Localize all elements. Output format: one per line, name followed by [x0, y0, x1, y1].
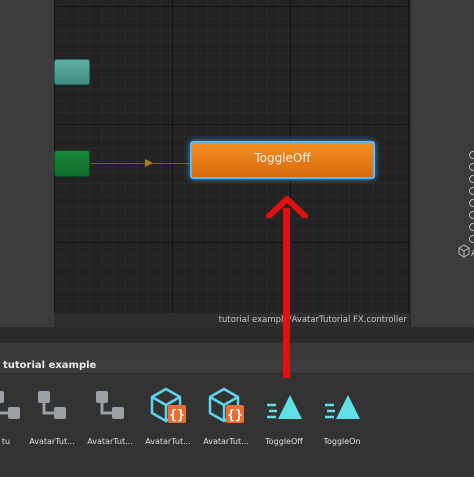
- project-toolbar: [0, 343, 474, 359]
- asset-item[interactable]: AvatarTut...: [82, 385, 138, 446]
- transition-arrow-icon: [145, 159, 153, 167]
- asset-label: AvatarTut...: [87, 437, 133, 446]
- right-panel: A: [410, 0, 474, 327]
- left-panel-strip: [0, 0, 54, 327]
- svg-text:{}: {}: [227, 408, 243, 423]
- transition-line[interactable]: [91, 163, 190, 164]
- asset-item[interactable]: AvatarTut...: [24, 385, 80, 446]
- right-panel-icons: A: [458, 151, 474, 259]
- breadcrumb: tutorial example: [0, 358, 474, 374]
- asset-label: ToggleOn: [323, 437, 361, 446]
- panel-splitter[interactable]: [0, 327, 474, 343]
- layer-icon: [469, 199, 474, 207]
- state-node-toggleoff[interactable]: ToggleOff: [190, 141, 375, 179]
- asset-label: AvatarTut...: [29, 437, 75, 446]
- annotation-arrow-icon: [266, 196, 308, 218]
- layer-icon: [469, 187, 474, 195]
- animation-clip-icon: [267, 395, 302, 419]
- state-node-teal[interactable]: [54, 59, 90, 85]
- layer-icon: [469, 211, 474, 219]
- svg-text:{}: {}: [169, 408, 185, 423]
- state-node-label: ToggleOff: [254, 151, 311, 165]
- layer-icon: [469, 223, 474, 231]
- layer-icon: [469, 235, 474, 243]
- asset-label: AvatarTut...: [203, 437, 249, 446]
- controller-path-bar: tutorial example/AvatarTutorial FX.contr…: [54, 313, 410, 327]
- scriptable-object-icon: {}: [150, 387, 186, 423]
- animator-controller-icon: [38, 391, 66, 419]
- breadcrumb-folder[interactable]: tutorial example: [3, 360, 96, 371]
- layer-icon: [469, 175, 474, 183]
- asset-item[interactable]: ToggleOff: [256, 385, 312, 446]
- asset-grid: tu AvatarTut... AvatarTut... {} AvatarTu…: [0, 375, 474, 477]
- annotation-arrow-shaft: [283, 208, 290, 378]
- asset-label: AvatarTut...: [145, 437, 191, 446]
- scriptable-object-icon: {}: [208, 387, 244, 423]
- controller-path-text: tutorial example/AvatarTutorial FX.contr…: [218, 315, 407, 325]
- cube-icon: [458, 244, 470, 258]
- animation-clip-icon: [325, 395, 360, 419]
- asset-label: ToggleOff: [265, 437, 303, 446]
- layer-icon: [469, 163, 474, 171]
- animator-controller-icon: [0, 391, 20, 419]
- asset-item[interactable]: {} AvatarTut...: [140, 385, 196, 446]
- asset-item[interactable]: {} AvatarTut...: [198, 385, 254, 446]
- layer-icon: [469, 151, 474, 159]
- asset-item[interactable]: ToggleOn: [314, 385, 370, 446]
- state-node-entry-green[interactable]: [54, 150, 90, 177]
- animator-controller-icon: [96, 391, 124, 419]
